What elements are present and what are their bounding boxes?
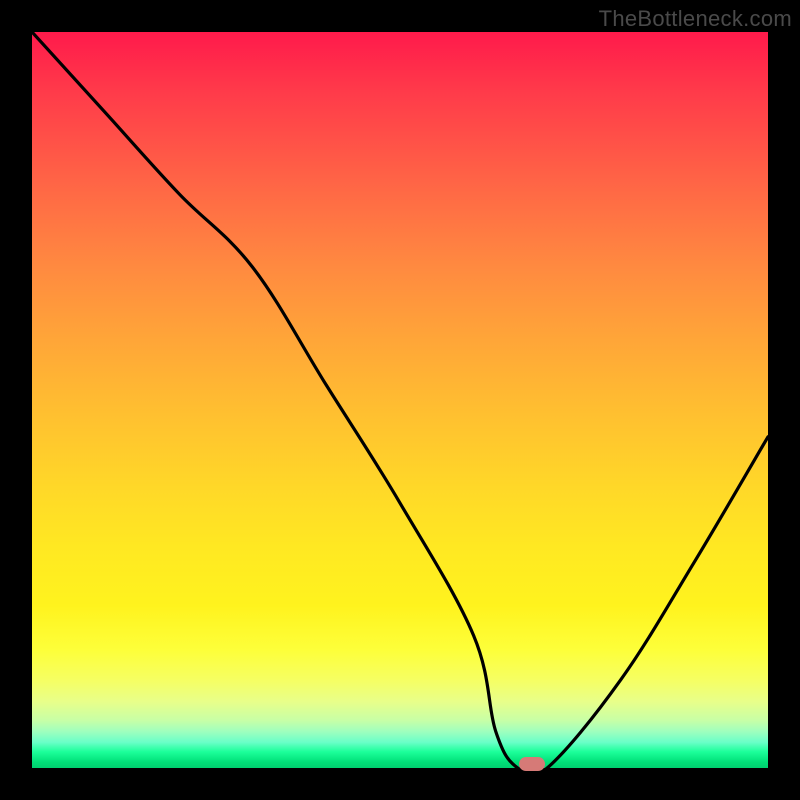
chart-frame: TheBottleneck.com (0, 0, 800, 800)
watermark-text: TheBottleneck.com (599, 6, 792, 32)
plot-area (32, 32, 768, 768)
bottleneck-curve (32, 32, 768, 768)
curve-path (32, 32, 768, 768)
minimum-marker (519, 757, 545, 771)
